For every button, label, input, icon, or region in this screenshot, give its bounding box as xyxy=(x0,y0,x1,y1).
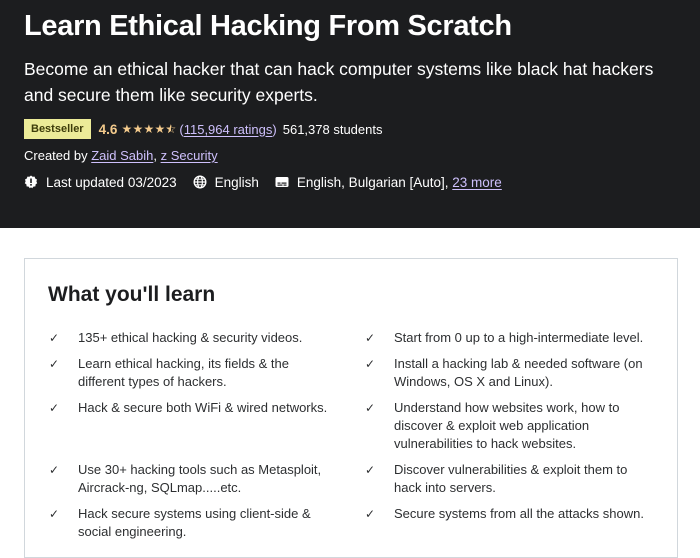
instructor-separator: , xyxy=(153,148,161,163)
star-half-icon: ☆ ★ xyxy=(165,122,177,136)
checkmark-icon: ✓ xyxy=(365,507,376,521)
star-icon: ★ xyxy=(143,122,155,136)
learn-item-text: Understand how websites work, how to dis… xyxy=(394,400,620,451)
course-subtitle: Become an ethical hacker that can hack c… xyxy=(24,59,654,105)
learn-item: ✓ Use 30+ hacking tools such as Metasploi… xyxy=(48,461,333,497)
star-icon: ★ xyxy=(132,122,144,136)
checkmark-icon: ✓ xyxy=(365,463,376,477)
closed-captions-icon xyxy=(275,177,289,187)
star-rating: ★ ★ ★ ★ ☆ ★ xyxy=(121,123,176,135)
alert-badge-icon xyxy=(24,175,38,189)
course-language: English xyxy=(193,175,259,190)
last-updated: Last updated 03/2023 xyxy=(24,175,177,190)
learn-item-text: Hack & secure both WiFi & wired networks… xyxy=(78,400,328,415)
course-meta: Last updated 03/2023 English English, Bu… xyxy=(24,173,518,191)
checkmark-icon: ✓ xyxy=(49,331,60,345)
students-count: 561,378 students xyxy=(282,121,383,137)
globe-icon xyxy=(193,175,207,189)
bestseller-badge: Bestseller xyxy=(24,119,91,139)
instructor-link[interactable]: Zaid Sabih xyxy=(91,148,153,163)
learn-item: ✓ Install a hacking lab & needed software… xyxy=(364,355,649,391)
learn-item-text: Use 30+ hacking tools such as Metasploit… xyxy=(78,462,322,495)
course-captions: English, Bulgarian [Auto], 23 more xyxy=(275,175,502,190)
captions-text: English, Bulgarian [Auto], xyxy=(296,174,449,190)
checkmark-icon: ✓ xyxy=(49,357,60,371)
learn-column-left: ✓ 135+ ethical hacking & security videos.… xyxy=(48,329,333,549)
learn-item-text: 135+ ethical hacking & security videos. xyxy=(78,330,303,345)
learn-item: ✓ Discover vulnerabilities & exploit them… xyxy=(364,461,649,497)
ratings-count-link[interactable]: 115,964 ratings xyxy=(184,122,273,137)
learn-item-text: Learn ethical hacking, its fields & the … xyxy=(78,356,290,389)
checkmark-icon: ✓ xyxy=(49,401,60,415)
learn-title: What you'll learn xyxy=(48,283,216,306)
language-text: English xyxy=(214,174,259,190)
learn-item: ✓ Hack secure systems using client-side &… xyxy=(48,505,333,541)
course-header: Learn Ethical Hacking From Scratch Becom… xyxy=(0,0,700,228)
more-captions-link[interactable]: 23 more xyxy=(452,175,502,190)
learn-item: ✓ Learn ethical hacking, its fields & the… xyxy=(48,355,333,391)
checkmark-icon: ✓ xyxy=(365,357,376,371)
learn-item-text: Start from 0 up to a high-intermediate l… xyxy=(394,330,644,345)
created-by: Created by Zaid Sabih, z Security xyxy=(24,148,218,163)
checkmark-icon: ✓ xyxy=(49,463,60,477)
learn-item-text: Install a hacking lab & needed software … xyxy=(394,356,643,389)
star-icon: ★ xyxy=(154,122,166,136)
last-updated-text: Last updated 03/2023 xyxy=(46,174,177,190)
checkmark-icon: ✓ xyxy=(365,331,376,345)
learn-item: ✓ Secure systems from all the attacks sho… xyxy=(364,505,649,523)
learn-item: ✓ Hack & secure both WiFi & wired network… xyxy=(48,399,333,417)
ratings-paren-close: ) xyxy=(272,121,277,137)
learn-item: ✓ Start from 0 up to a high-intermediate … xyxy=(364,329,649,347)
star-icon: ★ xyxy=(121,122,133,136)
checkmark-icon: ✓ xyxy=(365,401,376,415)
learn-item-text: Hack secure systems using client-side & … xyxy=(78,506,311,539)
course-title: Learn Ethical Hacking From Scratch xyxy=(24,10,512,42)
learn-item: ✓ 135+ ethical hacking & security videos. xyxy=(48,329,333,347)
instructor-link[interactable]: z Security xyxy=(161,148,218,163)
checkmark-icon: ✓ xyxy=(49,507,60,521)
rating-row: Bestseller 4.6 ★ ★ ★ ★ ☆ ★ ( 115,964 rati… xyxy=(24,118,382,140)
rating-value: 4.6 xyxy=(98,121,118,137)
learn-item-text: Discover vulnerabilities & exploit them … xyxy=(394,462,628,495)
learn-column-right: ✓ Start from 0 up to a high-intermediate … xyxy=(364,329,649,531)
what-youll-learn: What you'll learn ✓ 135+ ethical hacking … xyxy=(24,258,678,558)
created-by-label: Created by xyxy=(24,148,92,163)
learn-item: ✓ Understand how websites work, how to di… xyxy=(364,399,649,453)
learn-item-text: Secure systems from all the attacks show… xyxy=(394,506,644,521)
